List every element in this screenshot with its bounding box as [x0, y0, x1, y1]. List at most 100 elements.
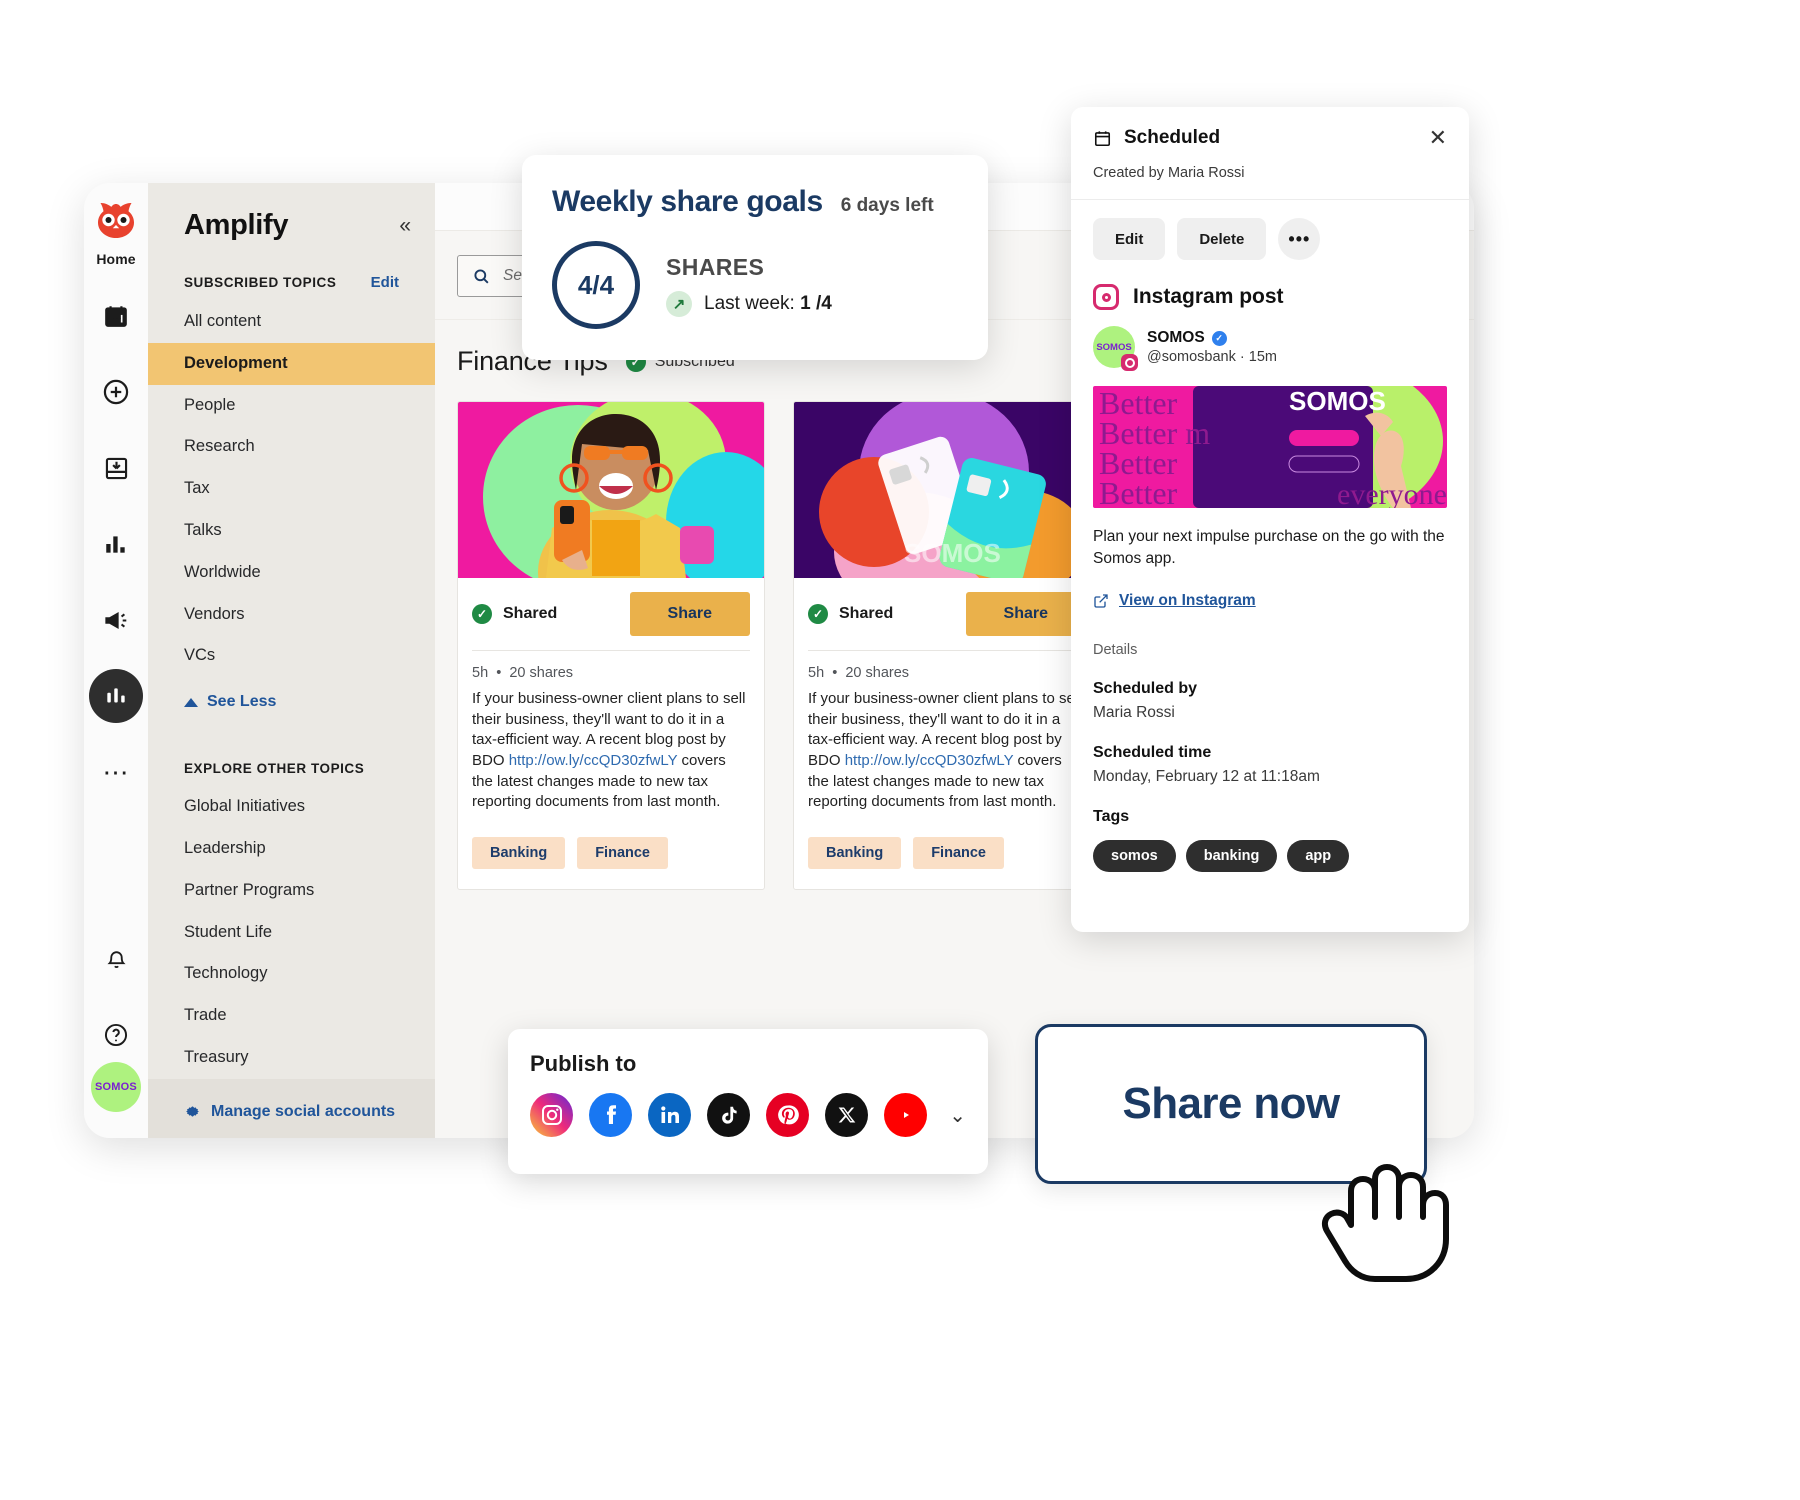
sidebar-item-partner-programs[interactable]: Partner Programs [148, 870, 435, 912]
pinterest-icon[interactable] [766, 1093, 810, 1137]
external-link-icon [1094, 594, 1108, 608]
linkedin-icon[interactable] [648, 1093, 692, 1137]
card-text: If your business-owner client plans to s… [794, 689, 1100, 829]
sidebar-item-treasury[interactable]: Treasury [148, 1037, 435, 1079]
chevron-down-icon[interactable]: ⌄ [949, 1103, 966, 1128]
calendar-icon[interactable] [89, 289, 143, 343]
home-label: Home [96, 251, 136, 267]
close-icon[interactable]: ✕ [1429, 127, 1447, 149]
sidebar-item-people[interactable]: People [148, 385, 435, 427]
check-icon: ✓ [808, 604, 828, 624]
sidebar-item-leadership[interactable]: Leadership [148, 828, 435, 870]
instagram-icon[interactable] [530, 1093, 574, 1137]
goals-metrics: SHARES ↗ Last week: 1 /4 [666, 254, 832, 317]
subscribed-topics-label: SUBSCRIBED TOPICS [184, 275, 337, 290]
sidebar-item-vcs[interactable]: VCs [148, 635, 435, 677]
sidebar-item-talks[interactable]: Talks [148, 510, 435, 552]
post-image: Better Better m Better Better SOMOS x ev… [1093, 386, 1447, 508]
plus-circle-icon[interactable] [89, 365, 143, 419]
amplify-icon[interactable] [89, 669, 143, 723]
tag-banking[interactable]: Banking [808, 837, 902, 870]
share-button[interactable]: Share [965, 592, 1086, 636]
scheduled-time-value: Monday, February 12 at 11:18am [1093, 768, 1320, 785]
svg-text:everyone: everyone [1337, 478, 1447, 508]
sidebar-item-trade[interactable]: Trade [148, 995, 435, 1037]
weekly-share-goals-card: Weekly share goals 6 days left 4/4 SHARE… [522, 155, 988, 360]
screen: Home ⋯ SOMOS Amplify « SUBSCRIBED TOPICS… [0, 0, 1800, 1500]
sidebar-item-student-life[interactable]: Student Life [148, 912, 435, 954]
card-link[interactable]: http://ow.ly/ccQD30zfwLY [509, 752, 678, 769]
more-dots-icon[interactable]: ⋯ [89, 745, 143, 799]
sidebar-item-development[interactable]: Development [148, 342, 435, 385]
explore-topics-label: EXPLORE OTHER TOPICS [184, 761, 365, 777]
inbox-download-icon[interactable] [89, 441, 143, 495]
tag-somos[interactable]: somos [1093, 840, 1176, 872]
hootsuite-owl-logo [90, 197, 142, 249]
avatar-label: SOMOS [95, 1081, 137, 1093]
goals-days-left: 6 days left [840, 195, 934, 216]
avatar[interactable]: SOMOS [91, 1062, 141, 1112]
content-card[interactable]: ✓ Shared Share 5h • 20 shares If [457, 401, 765, 891]
card-tags: Banking Finance [794, 829, 1100, 889]
calendar-icon [1094, 130, 1111, 146]
goals-body: 4/4 SHARES ↗ Last week: 1 /4 [552, 241, 958, 329]
edit-topics-button[interactable]: Edit [371, 274, 399, 291]
trend-up-icon: ↗ [666, 290, 692, 317]
shared-status: ✓ Shared [808, 604, 893, 624]
scheduled-header: Scheduled ✕ [1071, 107, 1469, 149]
tag-finance[interactable]: Finance [577, 837, 668, 870]
card-share-count: 20 shares [845, 665, 910, 681]
subscribed-topics-header: SUBSCRIBED TOPICS Edit [148, 248, 435, 301]
collapse-sidebar-icon[interactable]: « [399, 214, 411, 238]
sidebar-item-technology[interactable]: Technology [148, 953, 435, 995]
view-on-instagram-link[interactable]: View on Instagram [1071, 570, 1469, 610]
scheduled-by-label: Scheduled by [1093, 680, 1198, 697]
sidebar-item-research[interactable]: Research [148, 426, 435, 468]
card-text: If your business-owner client plans to s… [458, 689, 764, 829]
post-kind-row: Instagram post [1071, 278, 1469, 310]
card-action-row: ✓ Shared Share [794, 578, 1100, 650]
last-week-prefix: Last week: [704, 292, 801, 314]
scheduled-time-label: Scheduled time [1093, 744, 1212, 761]
x-twitter-icon[interactable] [825, 1093, 869, 1137]
card-action-row: ✓ Shared Share [458, 578, 764, 650]
account-row: SOMOS SOMOS ✓ @somosbank · 15m [1071, 310, 1469, 380]
share-button[interactable]: Share [629, 592, 750, 636]
created-by-text: Created by Maria Rossi [1071, 149, 1469, 200]
sidebar-item-vendors[interactable]: Vendors [148, 594, 435, 636]
progress-donut: 4/4 [552, 241, 640, 329]
account-name: SOMOS ✓ [1147, 329, 1277, 347]
card-image: SOMOS [794, 402, 1100, 578]
see-less-button[interactable]: See Less [148, 677, 435, 717]
megaphone-icon[interactable] [89, 593, 143, 647]
sidebar-item-worldwide[interactable]: Worldwide [148, 552, 435, 594]
tag-banking[interactable]: banking [1185, 840, 1278, 872]
sidebar-item-all-content[interactable]: All content [148, 301, 435, 343]
tag-banking[interactable]: Banking [472, 837, 566, 870]
delete-button[interactable]: Delete [1177, 218, 1267, 260]
tag-app[interactable]: app [1287, 840, 1350, 872]
check-icon: ✓ [472, 604, 492, 624]
sidebar-item-tax[interactable]: Tax [148, 468, 435, 510]
tag-finance[interactable]: Finance [913, 837, 1004, 870]
card-link[interactable]: http://ow.ly/ccQD30zfwLY [845, 752, 1014, 769]
account-name-text: SOMOS [1147, 329, 1205, 346]
manage-social-accounts-button[interactable]: Manage social accounts [148, 1078, 435, 1138]
share-now-label: Share now [1122, 1079, 1340, 1128]
edit-button[interactable]: Edit [1093, 218, 1166, 260]
facebook-icon[interactable] [589, 1093, 633, 1137]
goals-title: Weekly share goals [552, 185, 823, 218]
cursor-hand-icon [1315, 1155, 1455, 1290]
sidebar-item-global-initiatives[interactable]: Global Initiatives [148, 786, 435, 828]
more-options-button[interactable]: ••• [1278, 218, 1321, 260]
bar-chart-icon[interactable] [89, 517, 143, 571]
help-circle-icon[interactable] [89, 1008, 143, 1062]
meta-dot: • [496, 665, 502, 681]
svg-text:Better: Better [1099, 475, 1178, 508]
content-card[interactable]: SOMOS ✓ Shared Share 5h • 20 shares If y… [793, 401, 1101, 891]
youtube-icon[interactable] [884, 1093, 928, 1137]
tiktok-icon[interactable] [707, 1093, 751, 1137]
search-icon [474, 268, 489, 284]
bell-icon[interactable] [89, 932, 143, 986]
account-handle: @somosbank · 15m [1147, 349, 1277, 365]
